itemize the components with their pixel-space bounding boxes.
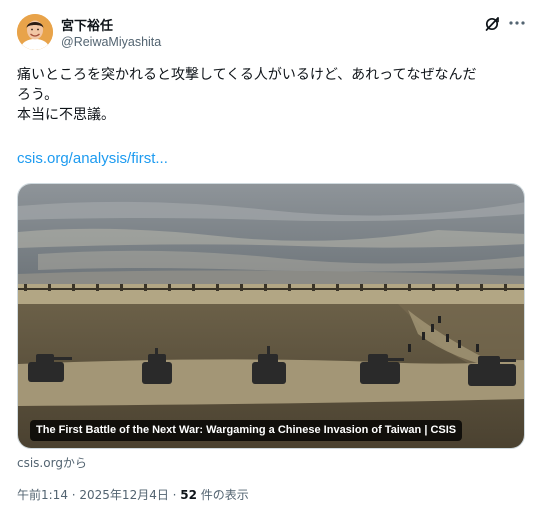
views-count: 52 [180,488,197,502]
card-caption: The First Battle of the Next War: Wargam… [30,420,463,441]
tweet-text: 痛いところを突かれると攻撃してくる人がいるけど、あれってなぜなんだ ろう。 本当… [17,65,527,125]
avatar-image [17,14,53,50]
article-link[interactable]: csis.org/analysis/first... [17,150,168,167]
link-card[interactable]: The First Battle of the Next War: Wargam… [17,183,525,449]
tweet: 宮下裕任 @ReiwaMiyashita 痛いところを突かれると攻撃してくる人が… [0,0,543,511]
card-source[interactable]: csis.orgから [17,454,87,471]
grok-icon [485,17,499,31]
tweet-text-line: 痛いところを突かれると攻撃してくる人がいるけど、あれってなぜなんだ [17,67,477,83]
author-handle[interactable]: @ReiwaMiyashita [61,35,161,49]
timestamp[interactable]: 午前1:14 · 2025年12月4日 · [17,488,180,502]
views-label: 件の表示 [196,488,249,502]
tweet-meta: 午前1:14 · 2025年12月4日 · 52 件の表示 [17,486,249,503]
tweet-text-line: 本当に不思議。 [17,107,115,123]
card-image [18,184,524,448]
more-icon [509,21,525,25]
more-button[interactable] [506,13,528,33]
grok-button[interactable] [483,15,501,33]
avatar[interactable] [17,14,53,50]
author-display-name[interactable]: 宮下裕任 [61,15,113,34]
tweet-text-line: ろう。 [17,87,59,103]
